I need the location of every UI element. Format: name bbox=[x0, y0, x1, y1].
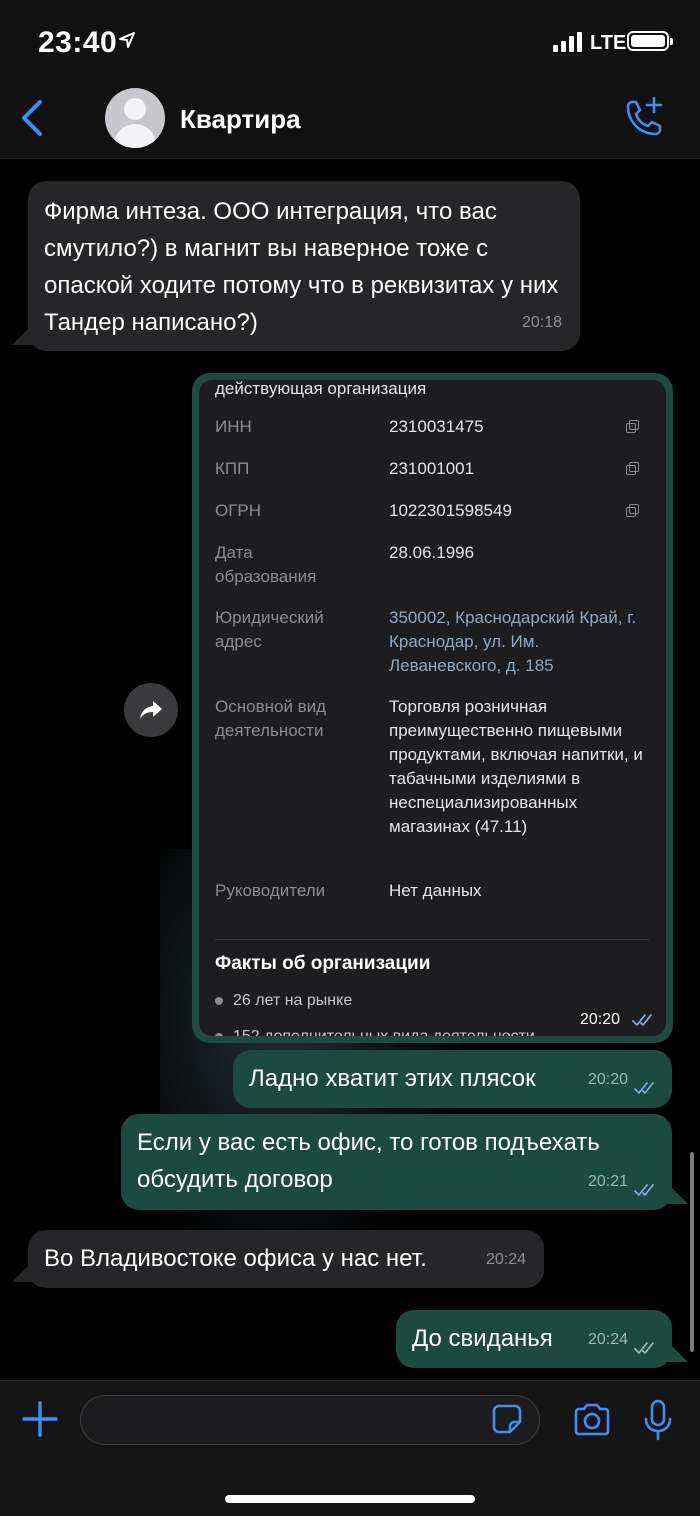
facts-title: Факты об организации bbox=[215, 953, 431, 974]
inn-value: 2310031475 bbox=[389, 417, 484, 436]
microphone-icon[interactable] bbox=[642, 1399, 674, 1441]
activity-label: Основной вид деятельности bbox=[215, 697, 327, 740]
plus-icon[interactable] bbox=[20, 1399, 60, 1439]
message-time: 20:20 bbox=[580, 1011, 621, 1028]
camera-icon[interactable] bbox=[572, 1403, 612, 1437]
delivered-ticks-icon bbox=[634, 1342, 654, 1354]
copy-icon[interactable] bbox=[626, 504, 639, 517]
share-icon bbox=[140, 701, 162, 719]
signal-icon bbox=[553, 32, 582, 52]
founded-value: 28.06.1996 bbox=[389, 543, 475, 562]
read-ticks-icon bbox=[634, 1082, 654, 1094]
battery-icon bbox=[627, 31, 673, 51]
managers-label: Руководители bbox=[215, 881, 326, 900]
scrollbar[interactable] bbox=[690, 1152, 694, 1352]
read-ticks-icon bbox=[634, 1184, 654, 1196]
bullet bbox=[215, 1033, 223, 1036]
address-label: Юридический адрес bbox=[215, 608, 324, 651]
founded-label: Дата образования bbox=[215, 543, 317, 586]
message-text: До свиданья bbox=[412, 1325, 553, 1352]
message-bubble-incoming[interactable]: Во Владивостоке офиса у нас нет. 20:24 bbox=[28, 1230, 544, 1288]
message-text: Ладно хватит этих плясок bbox=[249, 1065, 536, 1092]
bubble-tail bbox=[668, 1184, 688, 1204]
message-text: Фирма интеза. ООО интеграция, что вас см… bbox=[44, 198, 559, 336]
chat-header: Квартира bbox=[0, 80, 700, 159]
bullet bbox=[215, 997, 223, 1005]
sticker-icon[interactable] bbox=[491, 1403, 523, 1435]
read-ticks-icon bbox=[632, 1014, 652, 1026]
org-status: действующая организация bbox=[215, 380, 427, 398]
share-button[interactable] bbox=[124, 683, 178, 737]
kpp-label: КПП bbox=[215, 459, 250, 478]
message-bubble-incoming[interactable]: Фирма интеза. ООО интеграция, что вас см… bbox=[28, 181, 580, 351]
message-input[interactable] bbox=[99, 1396, 483, 1446]
kpp-value: 231001001 bbox=[389, 459, 475, 478]
message-bubble-outgoing[interactable]: Если у вас есть офис, то готов подъехать… bbox=[121, 1114, 672, 1210]
status-bar: 23:40 LTE bbox=[0, 0, 700, 80]
organization-card[interactable]: действующая организация ИНН 2310031475 К… bbox=[192, 373, 673, 1043]
message-time: 20:24 bbox=[587, 1331, 628, 1348]
message-time: 20:24 bbox=[485, 1251, 526, 1268]
message-bubble-outgoing[interactable]: До свиданья 20:24 bbox=[396, 1310, 672, 1368]
activity-value: Торговля розничная преимущественно пищев… bbox=[389, 697, 643, 836]
bubble-tail bbox=[12, 325, 32, 345]
location-arrow-icon bbox=[119, 32, 135, 48]
composer-bar bbox=[0, 1380, 700, 1516]
message-time: 20:20 bbox=[587, 1071, 628, 1088]
avatar[interactable] bbox=[105, 88, 165, 148]
back-chevron-icon[interactable] bbox=[18, 98, 46, 138]
status-time: 23:40 bbox=[38, 26, 118, 59]
inn-label: ИНН bbox=[215, 417, 252, 436]
divider bbox=[215, 939, 649, 940]
network-type: LTE bbox=[590, 32, 627, 54]
copy-icon[interactable] bbox=[626, 462, 639, 475]
phone-add-icon[interactable] bbox=[622, 96, 666, 140]
address-link[interactable]: 350002, Краснодарский Край, г. Краснодар… bbox=[389, 606, 639, 678]
fact-item: 152 дополнительных вида деятельности bbox=[233, 1028, 535, 1036]
message-text: Во Владивостоке офиса у нас нет. bbox=[44, 1245, 427, 1272]
ogrn-value: 1022301598549 bbox=[389, 501, 512, 520]
message-input-field[interactable] bbox=[80, 1395, 540, 1446]
copy-icon[interactable] bbox=[626, 420, 639, 433]
ogrn-label: ОГРН bbox=[215, 501, 262, 520]
message-time: 20:18 bbox=[521, 314, 562, 331]
message-text: Если у вас есть офис, то готов подъехать… bbox=[137, 1129, 600, 1193]
message-bubble-outgoing[interactable]: Ладно хватит этих плясок 20:20 bbox=[233, 1050, 672, 1108]
fact-item: 26 лет на рынке bbox=[233, 992, 353, 1009]
organization-card-content: действующая организация ИНН 2310031475 К… bbox=[199, 380, 666, 1036]
message-time: 20:21 bbox=[587, 1173, 628, 1190]
chat-area[interactable]: Фирма интеза. ООО интеграция, что вас см… bbox=[0, 159, 700, 1380]
bubble-tail bbox=[12, 1262, 32, 1282]
contact-name[interactable]: Квартира bbox=[180, 104, 301, 135]
home-indicator bbox=[225, 1495, 475, 1503]
bubble-tail bbox=[668, 1342, 688, 1362]
managers-value: Нет данных bbox=[389, 881, 482, 900]
